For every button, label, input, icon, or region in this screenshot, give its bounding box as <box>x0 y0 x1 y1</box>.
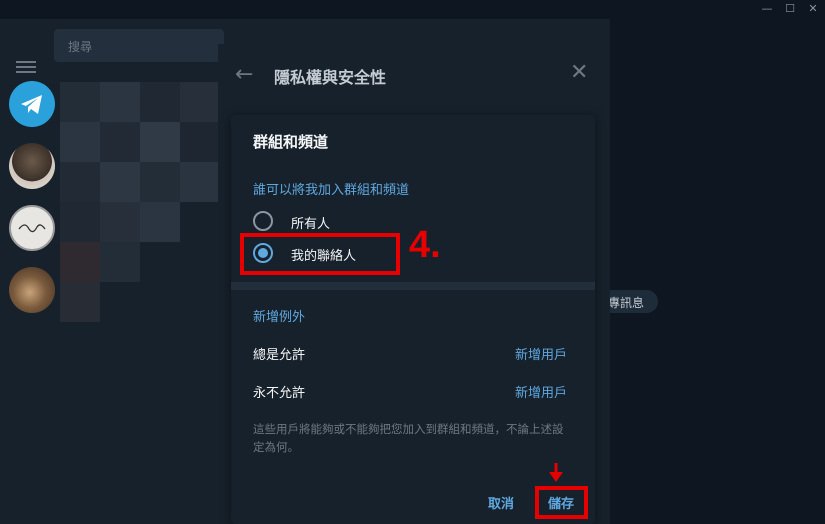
page-title: 隱私權與安全性 <box>274 68 387 87</box>
maximize-button[interactable]: ☐ <box>783 2 797 16</box>
telegram-avatar[interactable] <box>9 81 55 127</box>
option-label: 所有人 <box>291 217 331 232</box>
exceptions-label: 新增例外 <box>253 310 306 325</box>
radio-unchecked-icon[interactable] <box>253 211 273 231</box>
window-close-button[interactable]: ✕ <box>806 2 820 16</box>
minimize-button[interactable]: — <box>760 2 774 16</box>
contact-avatar[interactable] <box>9 143 55 189</box>
always-allow-add-users-link[interactable]: 新增用戶 <box>515 344 567 363</box>
chat-background <box>610 19 825 524</box>
exceptions-note: 這些用戶將能夠或不能夠把您加入到群組和頻道，不論上述設定為何。 <box>253 422 564 454</box>
contact-avatar[interactable] <box>9 267 55 313</box>
contact-avatar-signature[interactable] <box>9 205 55 251</box>
arrow-left-icon[interactable]: ← <box>235 62 253 87</box>
step-number-label: 4. <box>409 224 441 266</box>
telegram-icon <box>21 95 42 114</box>
window-titlebar: — ☐ ✕ <box>0 0 825 19</box>
highlight-my-contacts <box>240 233 400 275</box>
privacy-header: ← 隱私權與安全性 ✕ <box>218 44 610 104</box>
cancel-button[interactable]: 取消 <box>488 493 514 512</box>
section-divider <box>231 282 595 290</box>
chat-list-blurred <box>60 62 220 524</box>
never-allow-add-users-link[interactable]: 新增用戶 <box>515 382 567 401</box>
dialog-title: 群組和頻道 <box>253 133 329 151</box>
search-input[interactable]: 搜尋 <box>54 29 224 62</box>
arrow-down-icon <box>549 463 563 482</box>
menu-icon[interactable] <box>16 61 36 73</box>
chat-folder-sidebar <box>0 19 60 524</box>
highlight-save-button <box>535 486 588 519</box>
never-allow-label: 永不允許 <box>253 386 306 401</box>
groups-channels-dialog: 群組和頻道 誰可以將我加入群組和頻道 所有人 我的聯絡人 新增例外 總是允許 新… <box>231 115 595 524</box>
who-can-add-label: 誰可以將我加入群組和頻道 <box>253 183 410 198</box>
close-icon[interactable]: ✕ <box>570 60 588 85</box>
always-allow-label: 總是允許 <box>253 348 306 363</box>
